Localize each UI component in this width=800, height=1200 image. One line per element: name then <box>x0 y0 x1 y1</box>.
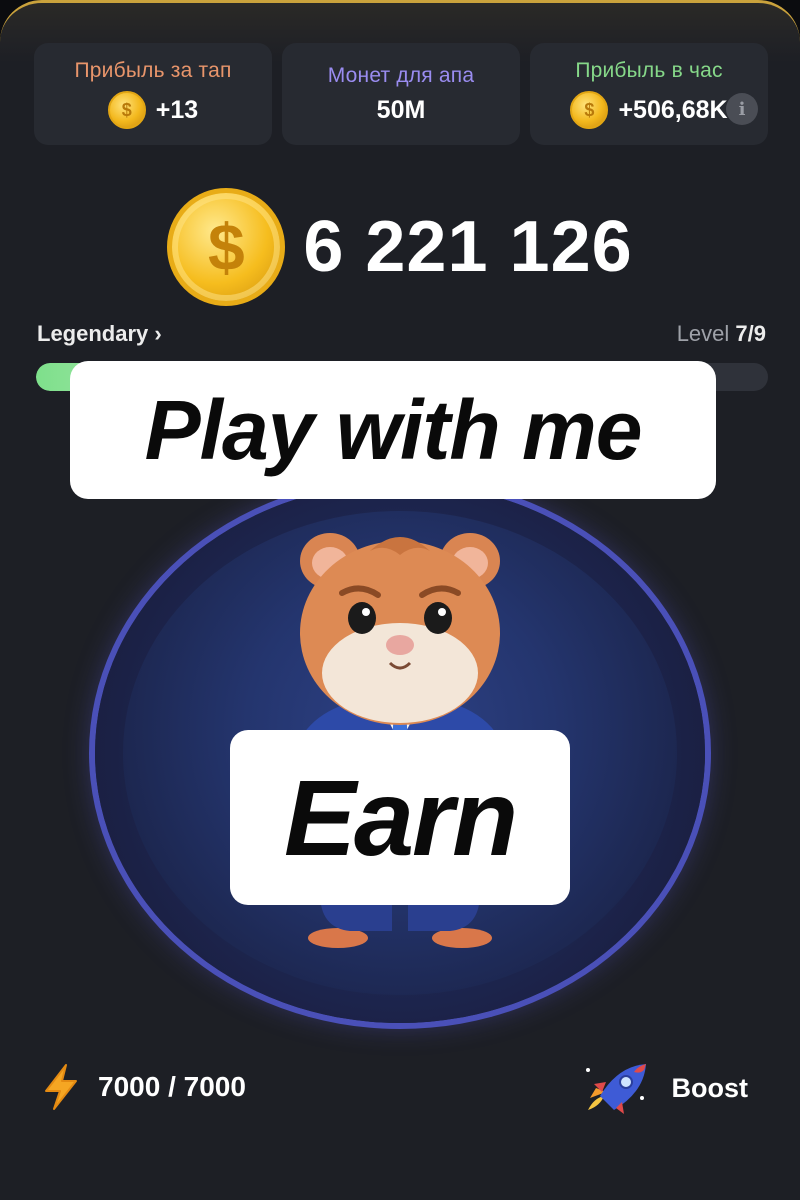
stat-value: +13 <box>155 95 199 124</box>
stat-value-row: $ +13 <box>107 91 199 129</box>
stat-value: 50M <box>376 95 426 124</box>
balance-value: 6 221 126 <box>303 207 633 287</box>
energy-value: 7000 / 7000 <box>98 1071 246 1102</box>
level-row: Legendary › Level 7/9 <box>37 321 766 347</box>
caption-earn: Earn <box>230 730 570 905</box>
coin-icon: $ <box>570 91 609 129</box>
level-indicator: Level 7/9 <box>677 321 766 347</box>
level-prefix: Level <box>676 321 736 346</box>
stat-value-row: 50M <box>377 96 426 125</box>
stat-label: Прибыль в час <box>575 59 723 82</box>
rocket-icon <box>585 1064 646 1114</box>
rank-label: Legendary <box>37 321 149 346</box>
chevron-right-icon: › <box>154 321 162 346</box>
balance: $ 6 221 126 <box>0 188 800 306</box>
caption-play-with-me: Play with me <box>70 361 716 499</box>
stat-value-row: $ +506,68K <box>570 91 728 129</box>
coin-icon: $ <box>107 91 146 129</box>
coin-icon: $ <box>167 188 286 306</box>
profit-per-tap-card[interactable]: Прибыль за тап $ +13 <box>34 43 272 145</box>
game-screen: Прибыль за тап $ +13 Монет для апа 50M П… <box>0 0 800 1200</box>
boost-button[interactable]: Boost <box>580 1058 749 1118</box>
stat-label: Монет для апа <box>327 63 475 87</box>
level-value: 7/9 <box>735 321 766 346</box>
profit-per-hour-card[interactable]: Прибыль в час $ +506,68K i <box>530 43 768 145</box>
energy-indicator: 7000 / 7000 <box>40 1063 246 1111</box>
stat-label: Прибыль за тап <box>74 59 232 82</box>
stats-row: Прибыль за тап $ +13 Монет для апа 50M П… <box>34 43 768 145</box>
stat-value: +506,68K <box>618 95 728 124</box>
coins-to-level-up-card[interactable]: Монет для апа 50M <box>282 43 520 145</box>
boost-label: Boost <box>671 1072 749 1103</box>
rank-link[interactable]: Legendary › <box>37 321 162 347</box>
info-icon[interactable]: i <box>726 93 758 125</box>
lightning-icon <box>45 1064 77 1110</box>
